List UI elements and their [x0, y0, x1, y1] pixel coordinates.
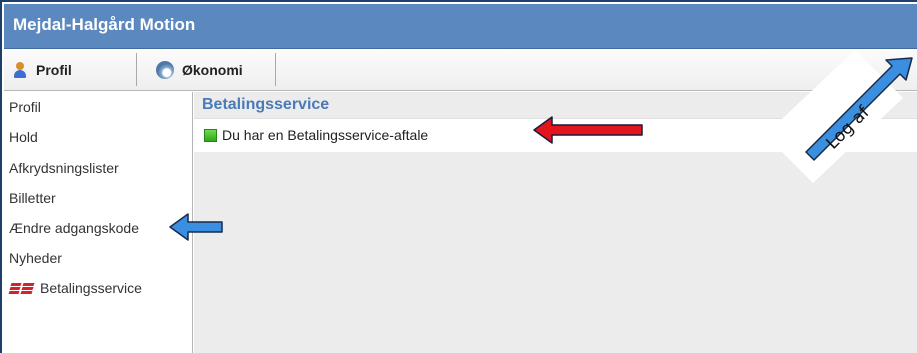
sidebar-item-nyheder[interactable]: Nyheder: [9, 250, 62, 266]
sidebar-item-aendre-adgangskode[interactable]: Ændre adgangskode: [9, 220, 139, 236]
economy-icon: [156, 60, 174, 79]
toolbar: Profil Økonomi: [4, 49, 917, 91]
betalingsservice-logo-icon: [8, 282, 35, 295]
page-title: Betalingsservice: [202, 96, 330, 113]
toolbar-okonomi-label: Økonomi: [182, 61, 243, 78]
sidebar-item-profil[interactable]: Profil: [9, 99, 41, 115]
sidebar: Profil Hold Afkrydsningslister Billetter…: [4, 92, 193, 353]
toolbar-profil-button[interactable]: Profil: [14, 49, 72, 90]
green-status-icon: [204, 129, 217, 142]
toolbar-divider: [275, 53, 276, 86]
main-content: Betalingsservice Du har en Betalingsserv…: [194, 92, 917, 353]
sidebar-item-billetter[interactable]: Billetter: [9, 190, 56, 206]
sidebar-item-afkrydsningslister[interactable]: Afkrydsningslister: [9, 160, 119, 176]
toolbar-divider: [136, 53, 137, 86]
toolbar-okonomi-button[interactable]: Økonomi: [156, 49, 243, 90]
sidebar-item-hold[interactable]: Hold: [9, 129, 38, 145]
toolbar-profil-label: Profil: [36, 61, 72, 78]
status-message: Du har en Betalingsservice-aftale: [222, 127, 429, 143]
app-title: Mejdal-Halgård Motion: [4, 4, 917, 49]
app-window: Mejdal-Halgård Motion Profil Økonomi Pro…: [0, 0, 917, 353]
user-icon: [14, 61, 26, 78]
status-panel: Du har en Betalingsservice-aftale: [194, 118, 917, 152]
sidebar-item-betalingsservice[interactable]: Betalingsservice: [8, 280, 142, 296]
sidebar-item-label: Betalingsservice: [40, 280, 142, 296]
